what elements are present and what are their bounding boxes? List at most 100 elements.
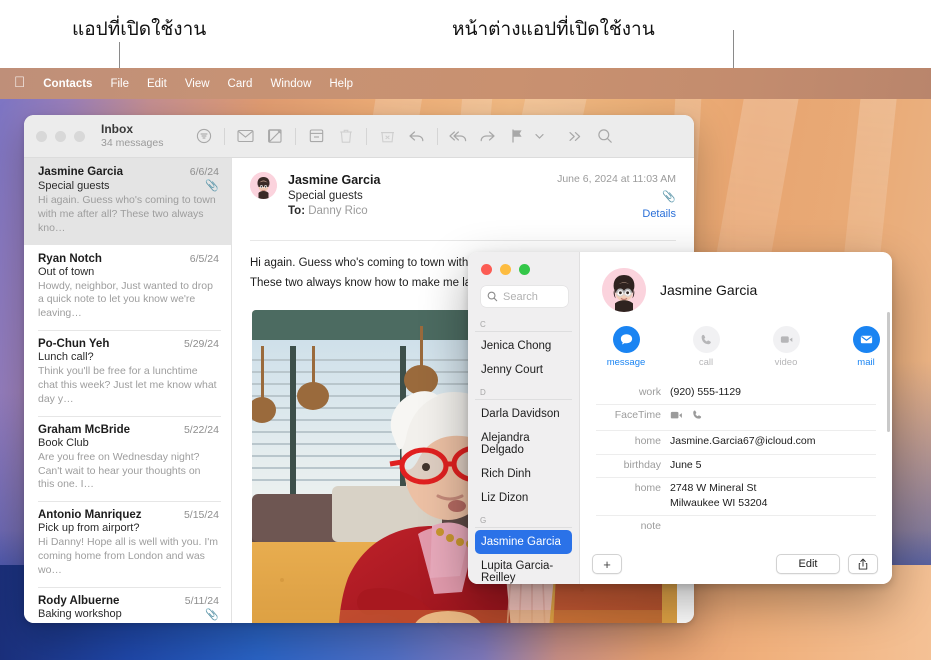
menu-item-contacts[interactable]: Contacts — [34, 76, 101, 92]
attachment-icon: 📎 — [205, 179, 219, 192]
archive-icon[interactable] — [302, 123, 331, 149]
email-subject: Special guests — [288, 189, 546, 205]
message-list-item[interactable]: Po-Chun Yeh5/29/24 Lunch call? Think you… — [24, 330, 231, 416]
email-to-value: Danny Rico — [308, 205, 367, 217]
message-list-item[interactable]: Antonio Manriquez5/15/24 Pick up from ai… — [24, 501, 231, 587]
menu-item-card[interactable]: Card — [219, 76, 262, 92]
contact-list-item[interactable]: Liz Dizon — [475, 486, 572, 510]
mailbox-title: Inbox — [101, 123, 163, 137]
message-list-item[interactable]: Jasmine Garcia6/6/24 Special guests📎 Hi … — [24, 158, 231, 245]
phone-icon[interactable] — [691, 409, 703, 426]
close-button[interactable] — [481, 264, 492, 275]
contact-list-item[interactable]: Darla Davidson — [475, 402, 572, 426]
trash-icon[interactable] — [331, 123, 360, 149]
sender-avatar — [250, 172, 277, 199]
minimize-button[interactable] — [500, 264, 511, 275]
menu-item-file[interactable]: File — [101, 76, 138, 92]
field-value: (920) 555-1129 — [670, 385, 741, 400]
reply-all-icon[interactable] — [444, 123, 473, 149]
compose-icon[interactable] — [260, 123, 289, 149]
call-action-button[interactable]: call — [680, 326, 732, 368]
field-label: note — [596, 519, 670, 534]
mail-toolbar: Inbox 34 messages — [24, 115, 694, 158]
message-subject: Baking workshop — [38, 608, 122, 620]
share-button[interactable] — [848, 554, 878, 574]
message-date: 5/29/24 — [184, 338, 219, 350]
close-button[interactable] — [36, 131, 47, 142]
forward-icon[interactable] — [473, 123, 502, 149]
contact-list-item[interactable]: Jenny Court — [475, 358, 572, 382]
message-sender: Rody Albuerne — [38, 595, 119, 607]
email-sender-name: Jasmine Garcia — [288, 172, 546, 189]
field-label: home — [596, 481, 670, 511]
chevron-down-icon[interactable] — [531, 123, 547, 149]
message-list[interactable]: Jasmine Garcia6/6/24 Special guests📎 Hi … — [24, 158, 232, 623]
contacts-list[interactable]: C Jenica Chong Jenny Court D Darla David… — [468, 314, 579, 584]
menu-item-edit[interactable]: Edit — [138, 76, 176, 92]
share-icon — [857, 558, 869, 571]
message-subject: Lunch call? — [38, 351, 94, 363]
contact-fields: work (920) 555-1129 FaceTime h — [596, 382, 876, 539]
message-list-item[interactable]: Graham McBride5/22/24 Book Club Are you … — [24, 416, 231, 502]
details-link[interactable]: Details — [557, 206, 676, 223]
contacts-window[interactable]: Search C Jenica Chong Jenny Court D Darl… — [468, 252, 892, 584]
contacts-section-header: G — [475, 510, 572, 528]
message-sender: Jasmine Garcia — [38, 166, 123, 178]
apple-logo-icon[interactable]:  — [11, 75, 34, 92]
menu-item-view[interactable]: View — [176, 76, 219, 92]
toolbar-separator — [295, 128, 296, 145]
minimize-button[interactable] — [55, 131, 66, 142]
mark-unread-icon[interactable] — [231, 123, 260, 149]
field-value: June 5 — [670, 458, 702, 473]
email-recipient: To: Danny Rico — [288, 204, 546, 220]
contact-avatar[interactable] — [602, 268, 646, 312]
more-icon[interactable] — [561, 123, 590, 149]
junk-icon[interactable] — [373, 123, 402, 149]
contact-field-work-phone[interactable]: work (920) 555-1129 — [596, 382, 876, 405]
contacts-scrollbar[interactable] — [887, 312, 890, 432]
menu-item-help[interactable]: Help — [320, 76, 362, 92]
flag-icon[interactable] — [502, 123, 531, 149]
contact-list-item[interactable]: Rich Dinh — [475, 462, 572, 486]
message-date: 5/15/24 — [184, 509, 219, 521]
message-sender: Ryan Notch — [38, 253, 102, 265]
contact-field-home-address[interactable]: home 2748 W Mineral St Milwaukee WI 5320… — [596, 478, 876, 516]
contact-field-birthday[interactable]: birthday June 5 — [596, 455, 876, 478]
mail-window-controls[interactable] — [36, 131, 85, 142]
field-value: 2748 W Mineral St Milwaukee WI 53204 — [670, 481, 767, 511]
message-list-item[interactable]: Ryan Notch6/5/24 Out of town Howdy, neig… — [24, 245, 231, 331]
menu-item-window[interactable]: Window — [261, 76, 320, 92]
message-action-button[interactable]: message — [600, 326, 652, 368]
message-preview: Howdy, neighbor, Just wanted to drop a q… — [38, 280, 219, 322]
contact-field-note[interactable]: note — [596, 516, 876, 538]
mail-action-button[interactable]: mail — [840, 326, 892, 368]
message-subject: Special guests — [38, 180, 110, 192]
search-icon[interactable] — [590, 123, 619, 149]
video-camera-icon[interactable] — [670, 410, 683, 426]
zoom-button[interactable] — [74, 131, 85, 142]
contacts-window-controls[interactable] — [481, 264, 568, 275]
search-input[interactable]: Search — [481, 286, 568, 307]
filter-icon[interactable] — [189, 123, 218, 149]
message-subject: Pick up from airport? — [38, 522, 139, 534]
message-date: 5/22/24 — [184, 424, 219, 436]
mail-title-block: Inbox 34 messages — [101, 123, 163, 149]
contact-list-item[interactable]: Lupita Garcia-Reilley — [475, 554, 572, 584]
contact-list-item-selected[interactable]: Jasmine Garcia — [475, 530, 572, 554]
video-action-button[interactable]: video — [760, 326, 812, 368]
message-preview: Are you free on Wednesday night? Can't w… — [38, 451, 219, 493]
contact-list-item[interactable]: Alejandra Delgado — [475, 426, 572, 462]
contact-field-home-email[interactable]: home Jasmine.Garcia67@icloud.com — [596, 431, 876, 454]
edit-contact-button[interactable]: Edit — [776, 554, 840, 574]
contact-action-buttons: message call video — [580, 312, 892, 368]
message-list-item[interactable]: Rody Albuerne5/11/24 Baking workshop📎 He… — [24, 587, 231, 623]
reply-icon[interactable] — [402, 123, 431, 149]
contact-field-facetime[interactable]: FaceTime — [596, 405, 876, 431]
contact-name: Jasmine Garcia — [660, 282, 757, 298]
message-sender: Graham McBride — [38, 424, 130, 436]
email-date: June 6, 2024 at 11:03 AM — [557, 172, 676, 188]
add-contact-button[interactable]: + — [592, 554, 622, 574]
zoom-button[interactable] — [519, 264, 530, 275]
toolbar-separator — [366, 128, 367, 145]
contact-list-item[interactable]: Jenica Chong — [475, 334, 572, 358]
